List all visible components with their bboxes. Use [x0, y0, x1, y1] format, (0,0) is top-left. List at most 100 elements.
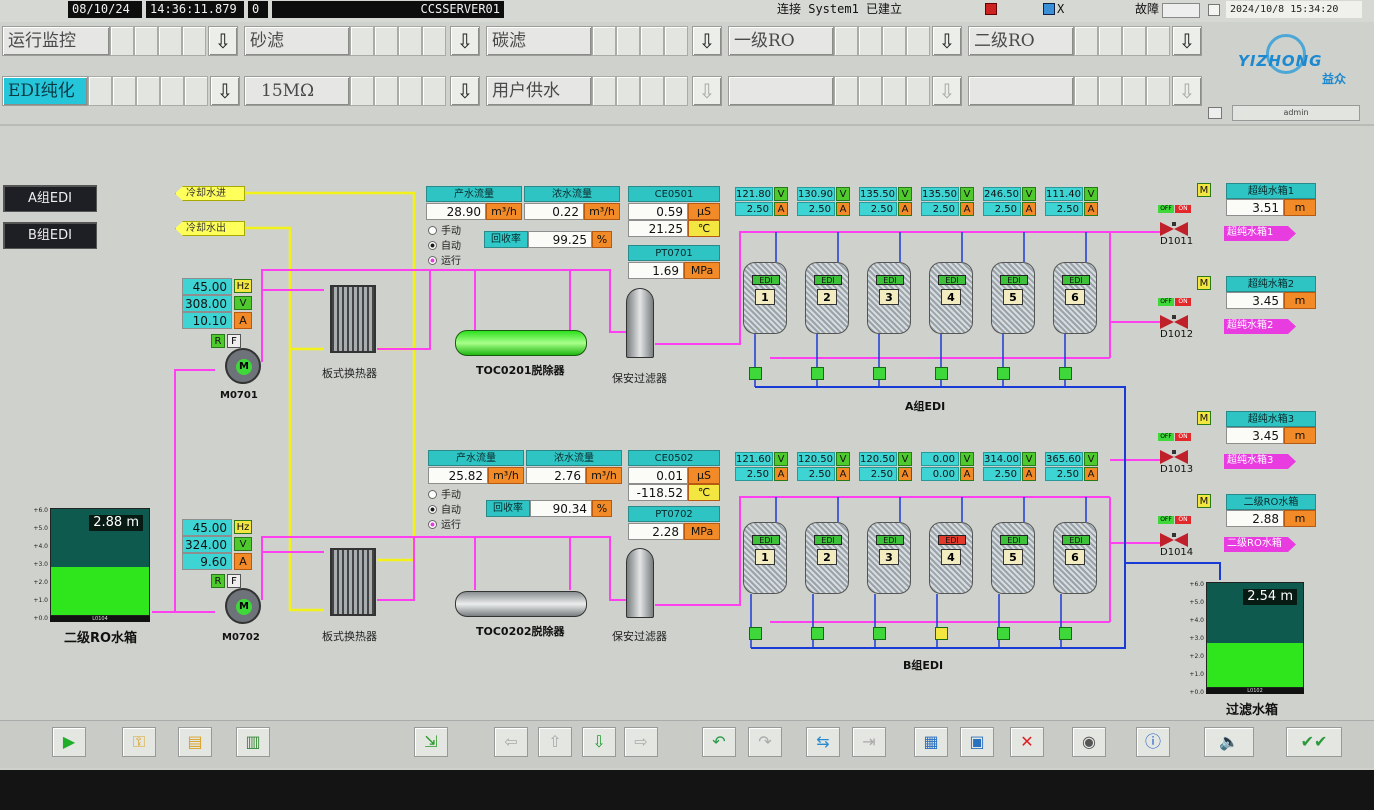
confirm-icon[interactable]: ✔✔: [1286, 727, 1342, 757]
a-mode-manual[interactable]: 手动: [428, 222, 461, 237]
groupB-module-1-v-unit: V: [774, 452, 788, 466]
valves.1-mode[interactable]: M: [1197, 276, 1211, 290]
b-product-flow-tag: 产水流量: [428, 450, 524, 466]
pump2-f[interactable]: F: [227, 574, 241, 588]
group-a-edi-button[interactable]: A组EDI: [3, 185, 97, 212]
filter-tank[interactable]: 2.54 m: [1206, 582, 1304, 688]
gate-valve-icon[interactable]: [1160, 314, 1188, 329]
gate-valve-icon[interactable]: [1160, 449, 1188, 464]
edi-module-status: EDI: [876, 535, 904, 545]
arrow-down-icon[interactable]: ⇩: [582, 727, 616, 757]
arrow-left-icon[interactable]: ⇦: [494, 727, 528, 757]
arrow-right-icon[interactable]: ⇨: [624, 727, 658, 757]
sound-icon[interactable]: 🔈: [1204, 727, 1254, 757]
edi-module-icon[interactable]: EDI 4: [929, 522, 973, 594]
b-mode-manual[interactable]: 手动: [428, 486, 461, 501]
edi-module-icon[interactable]: EDI 3: [867, 522, 911, 594]
drain-valve-icon[interactable]: [1059, 627, 1072, 640]
valves.3-id: D1014: [1160, 547, 1194, 558]
edi-module-icon[interactable]: EDI 2: [805, 262, 849, 334]
edi-module-icon[interactable]: EDI 2: [805, 522, 849, 594]
drain-valve-icon[interactable]: [811, 367, 824, 380]
drain-valve-icon[interactable]: [749, 367, 762, 380]
play-icon[interactable]: ▶: [52, 727, 86, 757]
groupA-module-2-a-unit: A: [836, 202, 850, 216]
drain-valve-icon[interactable]: [997, 367, 1010, 380]
pump1-r[interactable]: R: [211, 334, 225, 348]
edi-module-icon[interactable]: EDI 6: [1053, 262, 1097, 334]
valves.0-off[interactable]: OFF: [1158, 205, 1174, 213]
valves.1-on[interactable]: ON: [1175, 298, 1191, 306]
drain-valve-icon[interactable]: [1059, 367, 1072, 380]
b-product-flow: 25.82: [428, 467, 488, 484]
edi-module-status: EDI: [1000, 275, 1028, 285]
pump1-f[interactable]: F: [227, 334, 241, 348]
save-icon[interactable]: ▣: [960, 727, 994, 757]
valves.3-mode[interactable]: M: [1197, 494, 1211, 508]
arrow-up-icon[interactable]: ⇧: [538, 727, 572, 757]
report-icon[interactable]: ▥: [236, 727, 270, 757]
drain-valve-icon[interactable]: [935, 367, 948, 380]
export-icon[interactable]: ⇲: [414, 727, 448, 757]
edi-module-icon[interactable]: EDI 1: [743, 522, 787, 594]
group-b-edi-button[interactable]: B组EDI: [3, 222, 97, 249]
valves.3-on[interactable]: ON: [1175, 516, 1191, 524]
groupB-module-6-v-unit: V: [1084, 452, 1098, 466]
edi-module-icon[interactable]: EDI 1: [743, 262, 787, 334]
cooling-out-label: 冷却水出: [175, 221, 245, 236]
valves.0-target[interactable]: 超纯水箱1: [1224, 226, 1296, 241]
edi-module-icon[interactable]: EDI 5: [991, 522, 1035, 594]
key-icon[interactable]: ⚿: [122, 727, 156, 757]
gate-valve-icon[interactable]: [1160, 532, 1188, 547]
pump2-r[interactable]: R: [211, 574, 225, 588]
valves.1-target[interactable]: 超纯水箱2: [1224, 319, 1296, 334]
pump-m0701-icon[interactable]: M: [225, 348, 261, 384]
forward-icon[interactable]: ⇥: [852, 727, 886, 757]
info-icon[interactable]: ⓘ: [1136, 727, 1170, 757]
redo-icon[interactable]: ↷: [748, 727, 782, 757]
view-icon[interactable]: ◉: [1072, 727, 1106, 757]
pump1-run-glyph: M: [236, 359, 252, 375]
undo-icon[interactable]: ↶: [702, 727, 736, 757]
valves.2-off[interactable]: OFF: [1158, 433, 1174, 441]
edi-module-icon[interactable]: EDI 3: [867, 262, 911, 334]
transfer-icon[interactable]: ⇆: [806, 727, 840, 757]
ro2-scale-labels: +6.0 +5.0 +4.0 +3.0 +2.0 +1.0 +0.0: [33, 507, 48, 622]
valves.0-id: D1011: [1160, 236, 1194, 247]
valves.3-off[interactable]: OFF: [1158, 516, 1174, 524]
valves.2-target[interactable]: 超纯水箱3: [1224, 454, 1296, 469]
groupA-module-5-voltage: 246.50: [983, 187, 1021, 201]
folder-icon[interactable]: ▤: [178, 727, 212, 757]
pump1-v: 308.00: [182, 295, 232, 312]
valves.0-on[interactable]: ON: [1175, 205, 1191, 213]
drain-valve-icon[interactable]: [873, 627, 886, 640]
valves.1-off[interactable]: OFF: [1158, 298, 1174, 306]
edi-module-status: EDI: [1062, 275, 1090, 285]
drain-valve-icon[interactable]: [935, 627, 948, 640]
groupA-module-6-v-unit: V: [1084, 187, 1098, 201]
drain-valve-icon[interactable]: [749, 627, 762, 640]
gate-valve-icon[interactable]: [1160, 221, 1188, 236]
groupB-module-5-voltage: 314.00: [983, 452, 1021, 466]
delete-icon[interactable]: ✕: [1010, 727, 1044, 757]
valves.2-on[interactable]: ON: [1175, 433, 1191, 441]
pt0702-unit: MPa: [684, 523, 720, 540]
a-mode-auto[interactable]: 自动: [428, 237, 461, 252]
open-icon[interactable]: ▦: [914, 727, 948, 757]
edi-module-icon[interactable]: EDI 5: [991, 262, 1035, 334]
b-mode-auto[interactable]: 自动: [428, 501, 461, 516]
a-mode-run: 运行: [428, 252, 461, 267]
valves.3-target[interactable]: 二级RO水箱: [1224, 537, 1296, 552]
drain-valve-icon[interactable]: [873, 367, 886, 380]
edi-module-icon[interactable]: EDI 4: [929, 262, 973, 334]
valves.2-mode[interactable]: M: [1197, 411, 1211, 425]
edi-module-icon[interactable]: EDI 6: [1053, 522, 1097, 594]
drain-valve-icon[interactable]: [997, 627, 1010, 640]
ro2-tank[interactable]: 2.88 m: [50, 508, 150, 616]
filter-b-label: 保安过滤器: [612, 630, 667, 643]
security-filter-a-icon: [626, 288, 654, 358]
drain-valve-icon[interactable]: [811, 627, 824, 640]
exchanger-b-label: 板式换热器: [322, 630, 377, 643]
valves.0-mode[interactable]: M: [1197, 183, 1211, 197]
pump-m0702-icon[interactable]: M: [225, 588, 261, 624]
